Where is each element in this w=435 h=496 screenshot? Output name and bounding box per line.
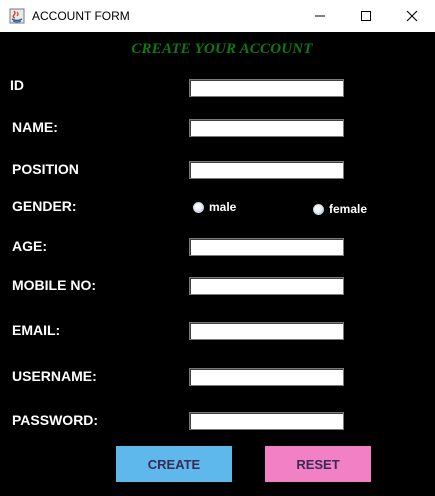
name-field[interactable] (189, 119, 344, 137)
position-label: POSITION (12, 161, 79, 177)
name-label: NAME: (12, 119, 58, 135)
gender-label: GENDER: (12, 198, 77, 214)
radio-button-icon (313, 203, 324, 215)
maximize-icon (361, 11, 371, 21)
radio-button-icon (193, 201, 204, 213)
gender-male-radio[interactable]: male (193, 200, 236, 214)
maximize-button[interactable] (343, 0, 389, 32)
email-field[interactable] (189, 322, 344, 340)
age-label: AGE: (12, 238, 47, 254)
close-button[interactable] (389, 0, 435, 32)
username-label: USERNAME: (12, 368, 97, 384)
gender-female-radio[interactable]: female (313, 202, 367, 216)
password-field[interactable] (189, 412, 344, 430)
id-label: ID (10, 77, 24, 93)
username-field[interactable] (189, 368, 344, 386)
email-label: EMAIL: (12, 322, 61, 338)
age-field[interactable] (189, 238, 344, 256)
gender-male-label: male (209, 200, 237, 214)
id-field[interactable] (189, 79, 344, 97)
account-form-window: ACCOUNT FORM CREATE YOUR ACCOUNT ID NAME… (0, 0, 435, 496)
java-app-icon (9, 8, 25, 24)
title-bar: ACCOUNT FORM (0, 0, 435, 32)
gender-female-label: female (329, 202, 368, 216)
window-title: ACCOUNT FORM (32, 9, 130, 23)
mobile-label: MOBILE NO: (12, 277, 96, 293)
minimize-icon (315, 15, 325, 17)
position-field[interactable] (189, 161, 344, 179)
minimize-button[interactable] (297, 0, 343, 32)
form-heading: CREATE YOUR ACCOUNT (131, 41, 313, 57)
password-label: PASSWORD: (12, 412, 99, 428)
reset-button[interactable]: RESET (265, 446, 371, 482)
create-button[interactable]: CREATE (116, 446, 232, 482)
mobile-field[interactable] (189, 277, 344, 295)
close-icon (406, 10, 418, 22)
